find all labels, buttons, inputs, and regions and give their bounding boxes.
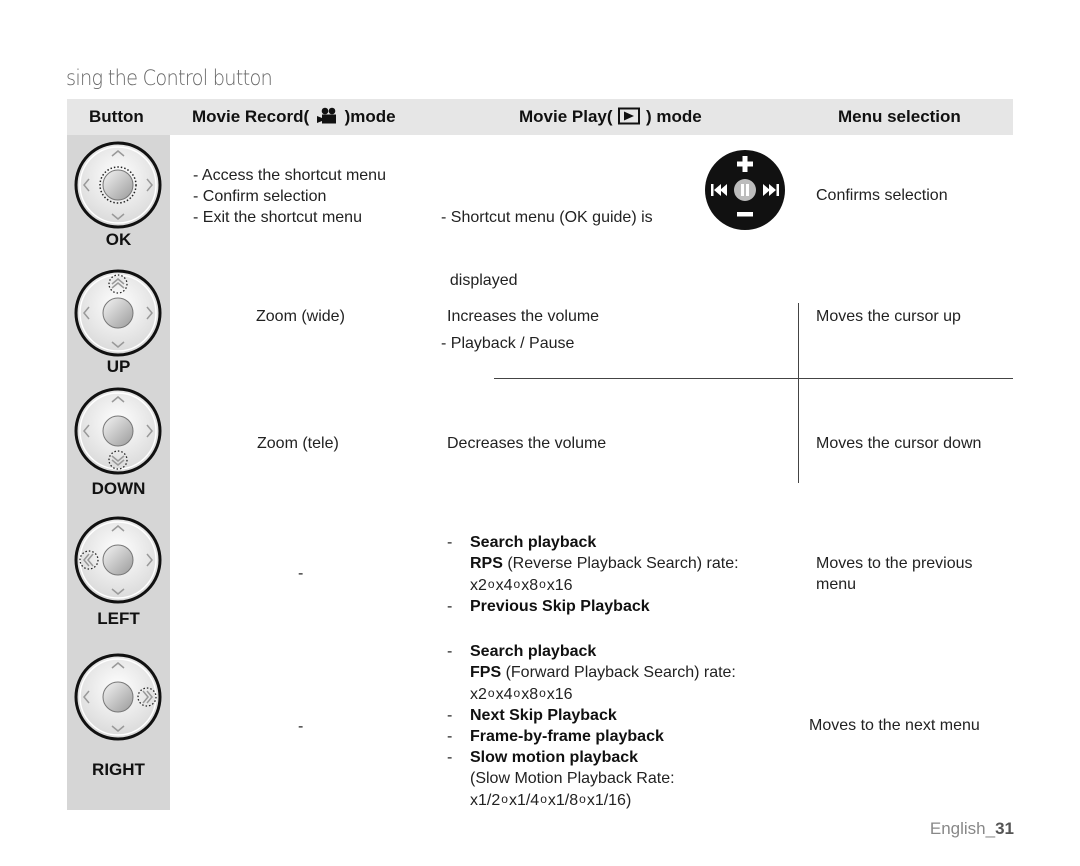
movie-camera-icon — [316, 107, 338, 130]
column-divider — [798, 303, 799, 483]
right-menu-cell: Moves to the next menu — [809, 717, 980, 734]
header-record-prefix: Movie Record( — [192, 107, 310, 126]
rate-separator: o — [513, 686, 521, 700]
down-play-cell: Decreases the volume — [447, 435, 607, 452]
frame-by-frame-title: Frame-by-frame playback — [470, 728, 664, 745]
rate-separator: o — [539, 686, 546, 700]
left-play-cell: - Search playback RPS (Reverse Playback S… — [447, 532, 739, 617]
rate-separator: o — [487, 577, 495, 591]
rate: x8 — [521, 686, 539, 703]
rate: x1/2 — [470, 792, 501, 809]
control-dial-right-icon — [73, 652, 163, 742]
header-movie-play: Movie Play( ) mode — [519, 107, 702, 130]
rps-rates: x2ox4ox8ox16 — [447, 574, 739, 596]
left-menu-line: Moves to the previous — [816, 555, 973, 572]
down-record-cell: Zoom (tele) — [257, 435, 339, 452]
fps-desc: (Forward Playback Search) rate: — [501, 664, 736, 681]
ok-record-line: - Exit the shortcut menu — [193, 209, 362, 226]
rps-abbr: RPS — [470, 555, 503, 572]
down-menu-cell: Moves the cursor down — [816, 435, 982, 452]
header-play-suffix: ) mode — [646, 107, 702, 126]
slow-motion-title: Slow motion playback — [470, 749, 639, 766]
dash: - — [447, 707, 453, 724]
rate: x16 — [546, 577, 573, 594]
ok-record-line: - Access the shortcut menu — [193, 167, 386, 184]
ok-record-cell: - Access the shortcut menu - Confirm sel… — [193, 165, 386, 228]
button-label-up: UP — [106, 357, 131, 376]
playback-mode-icon — [618, 107, 641, 130]
previous-skip-title: Previous Skip Playback — [470, 598, 650, 615]
ok-guide-icon — [704, 149, 786, 231]
rate: x4 — [495, 577, 513, 594]
ok-play-line: - Playback / Pause — [441, 335, 575, 352]
rate: x1/8 — [547, 792, 579, 809]
rate: x2 — [470, 577, 487, 594]
rate-separator: o — [579, 792, 586, 806]
button-label-left: LEFT — [97, 609, 140, 628]
header-menu-selection: Menu selection — [838, 107, 961, 126]
left-record-cell: - — [298, 565, 304, 582]
dash: - — [447, 598, 453, 615]
page-title: sing the Control button — [66, 66, 273, 90]
page-footer: English_31 — [930, 819, 1014, 839]
rate-separator: o — [540, 792, 547, 806]
next-skip-title: Next Skip Playback — [470, 707, 617, 724]
rate: x1/4 — [508, 792, 540, 809]
dash: - — [447, 534, 453, 551]
control-dial-up-icon — [73, 268, 163, 358]
button-label-right: RIGHT — [92, 760, 145, 779]
right-play-cell: - Search playback FPS (Forward Playback S… — [447, 641, 736, 811]
left-play-title: Search playback — [470, 534, 597, 551]
fps-rates: x2ox4ox8ox16 — [447, 683, 736, 705]
dash: - — [447, 643, 453, 660]
row-divider — [494, 378, 1013, 379]
button-label-down: DOWN — [91, 479, 146, 498]
rate: x1/16) — [586, 792, 632, 809]
button-label-ok: OK — [105, 230, 132, 249]
rate: x4 — [495, 686, 513, 703]
left-menu-cell: Moves to the previous menu — [816, 553, 973, 595]
rate: x8 — [521, 577, 539, 594]
ok-play-cell: - Shortcut menu (OK guide) is displayed … — [441, 165, 653, 375]
control-dial-left-icon — [73, 515, 163, 605]
fps-abbr: FPS — [470, 664, 502, 681]
rate: x2 — [470, 686, 487, 703]
slow-motion-desc: (Slow Motion Playback Rate: — [470, 770, 675, 787]
ok-record-line: - Confirm selection — [193, 188, 327, 205]
header-record-suffix: )mode — [344, 107, 396, 126]
page-number: 31 — [995, 819, 1014, 838]
ok-play-line: displayed — [441, 272, 518, 289]
footer-language: English_ — [929, 819, 996, 838]
header-button: Button — [89, 107, 144, 126]
dash: - — [447, 749, 453, 766]
up-menu-cell: Moves the cursor up — [816, 308, 961, 325]
right-play-title: Search playback — [470, 643, 597, 660]
up-play-cell: Increases the volume — [447, 308, 600, 325]
rate-separator: o — [501, 792, 508, 806]
ok-play-line: - Shortcut menu (OK guide) is — [441, 209, 653, 226]
up-record-cell: Zoom (wide) — [256, 308, 345, 325]
rate: x16 — [546, 686, 573, 703]
rate-separator: o — [513, 577, 521, 591]
rate-separator: o — [487, 686, 495, 700]
header-play-prefix: Movie Play( — [519, 107, 613, 126]
dash: - — [447, 728, 453, 745]
left-menu-line: menu — [816, 576, 857, 593]
right-record-cell: - — [298, 718, 304, 735]
header-movie-record: Movie Record( )mode — [192, 107, 396, 130]
ok-menu-cell: Confirms selection — [816, 187, 948, 204]
control-dial-down-icon — [73, 386, 163, 476]
rate-separator: o — [539, 577, 546, 591]
slow-motion-rates: x1/2ox1/4ox1/8ox1/16) — [447, 789, 736, 811]
control-dial-ok-icon — [73, 140, 163, 230]
rps-desc: (Reverse Playback Search) rate: — [502, 555, 739, 572]
